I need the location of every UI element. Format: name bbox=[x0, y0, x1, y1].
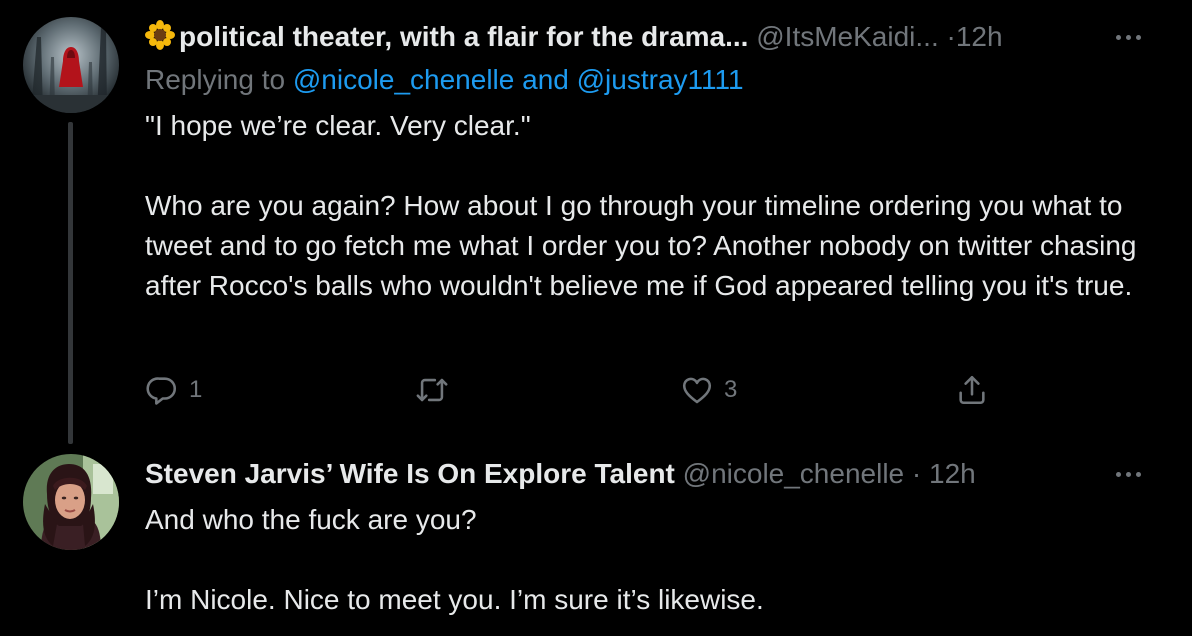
timestamp[interactable]: 12h bbox=[956, 21, 1003, 52]
replying-prefix: Replying to bbox=[145, 64, 286, 95]
tweet-paragraph: Who are you again? How about I go throug… bbox=[145, 190, 1137, 301]
sunflower-icon bbox=[145, 20, 175, 50]
heart-icon bbox=[682, 377, 712, 404]
reply-icon bbox=[146, 377, 177, 405]
tweet-actions: 1 3 bbox=[145, 370, 1045, 410]
red-hooded-figure-avatar-image bbox=[23, 17, 119, 113]
replying-to: Replying to @nicole_chenelle and @justra… bbox=[145, 60, 744, 100]
timestamp[interactable]: 12h bbox=[929, 458, 976, 489]
reply-count: 1 bbox=[189, 376, 203, 403]
avatar[interactable] bbox=[23, 454, 119, 550]
mention-link[interactable]: @nicole_chenelle bbox=[293, 64, 514, 95]
tweet-header: Steven Jarvis’ Wife Is On Explore Talent… bbox=[145, 454, 976, 494]
tweet-text: "I hope we’re clear. Very clear." Who ar… bbox=[145, 106, 1165, 306]
share-button[interactable] bbox=[955, 370, 989, 410]
more-options-icon[interactable] bbox=[1108, 459, 1148, 489]
avatar[interactable] bbox=[23, 17, 119, 113]
more-options-icon[interactable] bbox=[1108, 22, 1148, 52]
user-handle[interactable]: @nicole_chenelle bbox=[683, 458, 904, 489]
tweet-header: political theater, with a flair for the … bbox=[145, 17, 1003, 57]
retweet-button[interactable] bbox=[415, 370, 459, 410]
display-name[interactable]: political theater, with a flair for the … bbox=[179, 21, 748, 52]
like-button[interactable]: 3 bbox=[680, 370, 737, 410]
user-handle[interactable]: @ItsMeKaidi... bbox=[756, 21, 938, 52]
share-icon bbox=[959, 375, 985, 405]
tweet-text: And who the fuck are you? I’m Nicole. Ni… bbox=[145, 500, 1165, 620]
tweet-paragraph: And who the fuck are you? bbox=[145, 504, 477, 535]
reply-button[interactable]: 1 bbox=[145, 370, 202, 410]
mention-link[interactable]: @justray1111 bbox=[577, 64, 744, 95]
woman-portrait-avatar-image bbox=[23, 454, 119, 550]
thread-line bbox=[68, 122, 73, 444]
like-count: 3 bbox=[724, 376, 738, 403]
tweet[interactable]: Steven Jarvis’ Wife Is On Explore Talent… bbox=[0, 440, 1192, 636]
separator-dot: · bbox=[946, 21, 956, 52]
separator-dot: · bbox=[911, 458, 922, 489]
display-name[interactable]: Steven Jarvis’ Wife Is On Explore Talent bbox=[145, 458, 675, 489]
tweet-paragraph: I’m Nicole. Nice to meet you. I’m sure i… bbox=[145, 584, 764, 615]
tweet[interactable]: political theater, with a flair for the … bbox=[0, 0, 1192, 444]
mention-conjunction[interactable]: and bbox=[522, 64, 569, 95]
tweet-paragraph: "I hope we’re clear. Very clear." bbox=[145, 110, 531, 141]
retweet-icon bbox=[416, 378, 448, 402]
